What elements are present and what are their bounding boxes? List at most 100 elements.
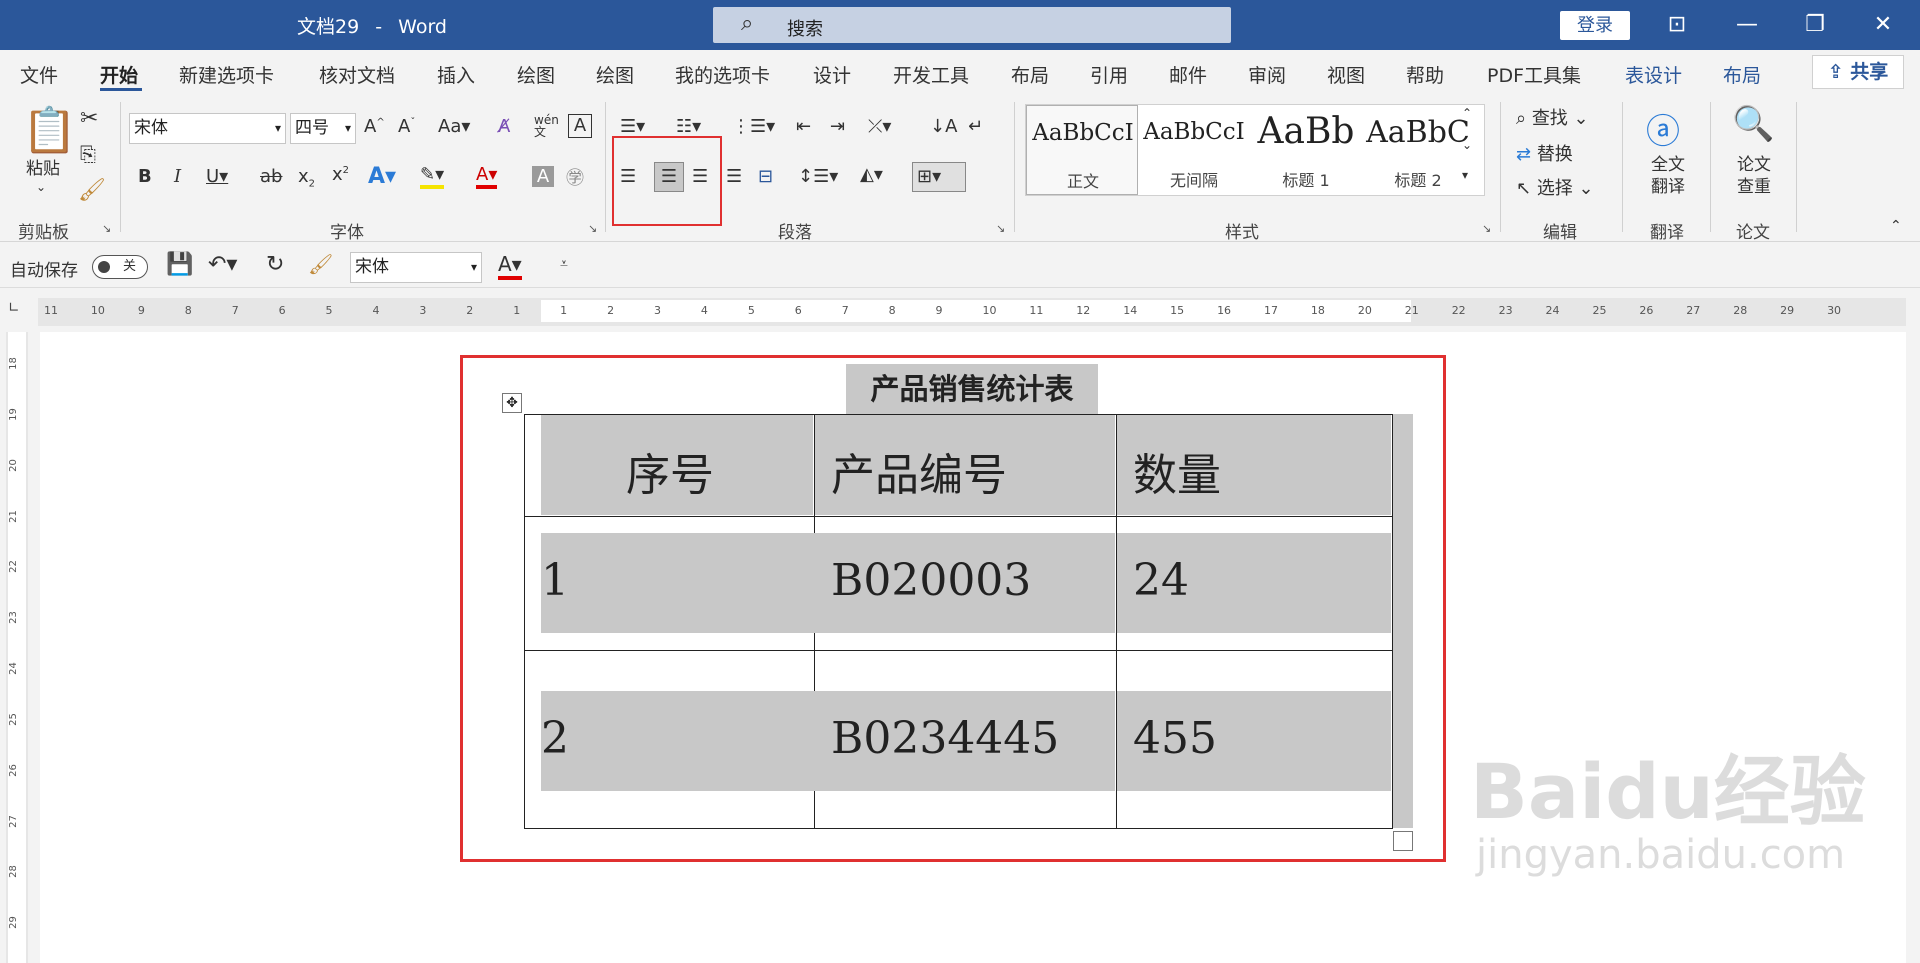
tab-draw-2[interactable]: 绘图 xyxy=(596,61,634,88)
style-no-spacing[interactable]: AaBbCcI 无间隔 xyxy=(1138,105,1250,195)
character-border-icon[interactable]: A xyxy=(568,114,592,138)
shrink-font-icon[interactable]: Aˇ xyxy=(398,116,415,137)
clipboard-launcher-icon[interactable]: ↘ xyxy=(102,222,111,235)
tab-help[interactable]: 帮助 xyxy=(1406,61,1444,88)
chinese-layout-icon[interactable]: ⤫▾ xyxy=(868,116,891,137)
enclose-characters-icon[interactable]: ㊫ xyxy=(566,164,584,190)
clear-formatting-icon[interactable]: A̸ xyxy=(498,116,510,137)
table-move-handle-icon[interactable]: ✥ xyxy=(502,393,522,413)
select-button[interactable]: ↖ 选择 ⌄ xyxy=(1516,174,1594,200)
plagiarism-check-button[interactable]: 论文 查重 xyxy=(1730,154,1778,198)
redo-icon[interactable]: ↻ xyxy=(266,252,284,277)
font-size-combo[interactable]: 四号 ▾ xyxy=(290,113,356,144)
cut-icon[interactable]: ✂ xyxy=(80,106,98,131)
strikethrough-icon[interactable]: ab xyxy=(260,166,282,187)
translate-button[interactable]: 全文 翻译 xyxy=(1644,154,1692,198)
tab-layout[interactable]: 布局 xyxy=(1011,61,1049,88)
styles-more-icon[interactable]: ▾ xyxy=(1462,168,1468,182)
grow-font-icon[interactable]: A^ xyxy=(364,116,385,137)
tab-review[interactable]: 审阅 xyxy=(1248,61,1286,88)
table-header-cell[interactable]: 序号 xyxy=(524,414,815,517)
styles-scroll-up-icon[interactable]: ⌃ xyxy=(1462,106,1472,120)
table-title[interactable]: 产品销售统计表 xyxy=(846,364,1098,414)
highlight-icon[interactable]: ✎▾ xyxy=(420,164,445,189)
tab-table-design[interactable]: 表设计 xyxy=(1625,61,1682,88)
styles-scroll-down-icon[interactable]: ⌄ xyxy=(1462,138,1472,152)
qat-font-family-combo[interactable]: 宋体 ▾ xyxy=(350,252,482,283)
close-icon[interactable]: ✕ xyxy=(1866,8,1900,42)
phonetic-guide-icon[interactable]: wén 文 xyxy=(534,114,559,138)
customize-qat-icon[interactable]: ⩡ xyxy=(560,256,568,272)
underline-icon[interactable]: U▾ xyxy=(206,166,228,187)
change-case-icon[interactable]: Aa▾ xyxy=(438,116,470,137)
font-family-combo[interactable]: 宋体 ▾ xyxy=(129,113,286,144)
tab-file[interactable]: 文件 xyxy=(20,61,58,88)
find-button[interactable]: ⌕ 查找 ⌄ xyxy=(1516,104,1589,130)
table-header-cell[interactable]: 数量 xyxy=(1116,414,1393,517)
translate-icon[interactable]: ⓐ xyxy=(1646,104,1680,153)
justify-icon[interactable]: ☰ xyxy=(726,166,742,187)
superscript-icon[interactable]: x2 xyxy=(332,164,349,185)
autosave-toggle[interactable]: 关 xyxy=(92,255,148,279)
increase-indent-icon[interactable]: ⇥ xyxy=(830,116,845,137)
tab-table-layout[interactable]: 布局 xyxy=(1723,61,1761,88)
text-effects-icon[interactable]: A▾ xyxy=(368,164,396,189)
table-cell[interactable]: 1 xyxy=(524,516,815,651)
tab-view[interactable]: 视图 xyxy=(1327,61,1365,88)
styles-launcher-icon[interactable]: ↘ xyxy=(1482,222,1491,235)
tab-references[interactable]: 引用 xyxy=(1090,61,1128,88)
font-launcher-icon[interactable]: ↘ xyxy=(588,222,597,235)
tab-mailings[interactable]: 邮件 xyxy=(1169,61,1207,88)
tab-selector-icon[interactable]: ∟ xyxy=(8,300,28,322)
shading-icon[interactable]: ◭▾ xyxy=(860,164,883,185)
format-painter-icon[interactable]: 🖌 xyxy=(78,178,106,203)
tab-design[interactable]: 设计 xyxy=(813,61,851,88)
tab-my-tab[interactable]: 我的选项卡 xyxy=(675,61,770,88)
table-header-cell[interactable]: 产品编号 xyxy=(814,414,1117,517)
qat-font-color-icon[interactable]: A▾ xyxy=(498,252,522,280)
distributed-icon[interactable]: ⊟ xyxy=(758,166,773,187)
style-heading-1[interactable]: AaBb 标题 1 xyxy=(1250,105,1362,195)
character-shading-icon[interactable]: A xyxy=(532,166,554,187)
table-cell[interactable]: 2 xyxy=(524,650,815,829)
login-button[interactable]: 登录 xyxy=(1560,11,1630,40)
collapse-ribbon-icon[interactable]: ⌃ xyxy=(1890,218,1902,234)
table-cell[interactable]: B0234445 xyxy=(814,650,1117,829)
show-formatting-icon[interactable]: ↵ xyxy=(968,116,983,137)
tab-insert[interactable]: 插入 xyxy=(437,61,475,88)
borders-icon[interactable]: ⊞▾ xyxy=(912,162,966,192)
save-icon[interactable]: 💾 xyxy=(166,252,193,277)
line-spacing-icon[interactable]: ↕☰▾ xyxy=(798,166,838,187)
search-box[interactable]: ⌕ 搜索 xyxy=(713,7,1231,43)
tab-developer[interactable]: 开发工具 xyxy=(893,61,969,88)
sort-icon[interactable]: ↓A xyxy=(930,116,957,137)
tab-home[interactable]: 开始 xyxy=(100,61,138,88)
table-resize-handle-icon[interactable] xyxy=(1393,831,1413,851)
bullets-icon[interactable]: ☰▾ xyxy=(620,116,645,137)
replace-button[interactable]: ⇄ 替换 xyxy=(1516,140,1573,166)
table-cell[interactable]: 24 xyxy=(1116,516,1393,651)
ribbon-display-options-icon[interactable]: ⊡ xyxy=(1660,8,1694,42)
format-painter-icon[interactable]: 🖌 xyxy=(308,252,333,276)
tab-pdf-tools[interactable]: PDF工具集 xyxy=(1487,61,1581,88)
plagiarism-check-icon[interactable]: 🔍 xyxy=(1732,104,1774,144)
paste-icon[interactable]: 📋 xyxy=(22,104,77,156)
numbering-icon[interactable]: ☷▾ xyxy=(676,116,701,137)
multilevel-list-icon[interactable]: ⋮☰▾ xyxy=(732,116,775,137)
copy-icon[interactable]: ⎘ xyxy=(80,142,96,166)
paste-label[interactable]: 粘贴 xyxy=(20,158,66,180)
minimize-icon[interactable]: — xyxy=(1730,8,1764,42)
table-cell[interactable]: 455 xyxy=(1116,650,1393,829)
bold-icon[interactable]: B xyxy=(138,166,152,187)
style-normal[interactable]: AaBbCcI 正文 xyxy=(1026,105,1138,195)
style-heading-2[interactable]: AaBbC 标题 2 xyxy=(1362,105,1474,195)
undo-icon[interactable]: ↶▾ xyxy=(208,252,237,277)
tab-proofread[interactable]: 核对文档 xyxy=(319,61,395,88)
paste-dropdown-icon[interactable]: ⌄ xyxy=(36,180,46,194)
paragraph-launcher-icon[interactable]: ↘ xyxy=(996,222,1005,235)
restore-icon[interactable]: ❐ xyxy=(1798,8,1832,42)
font-color-icon[interactable]: A▾ xyxy=(476,164,498,189)
italic-icon[interactable]: I xyxy=(174,166,181,187)
share-button[interactable]: ⇪ 共享 xyxy=(1812,55,1904,89)
table-cell[interactable]: B020003 xyxy=(814,516,1117,651)
